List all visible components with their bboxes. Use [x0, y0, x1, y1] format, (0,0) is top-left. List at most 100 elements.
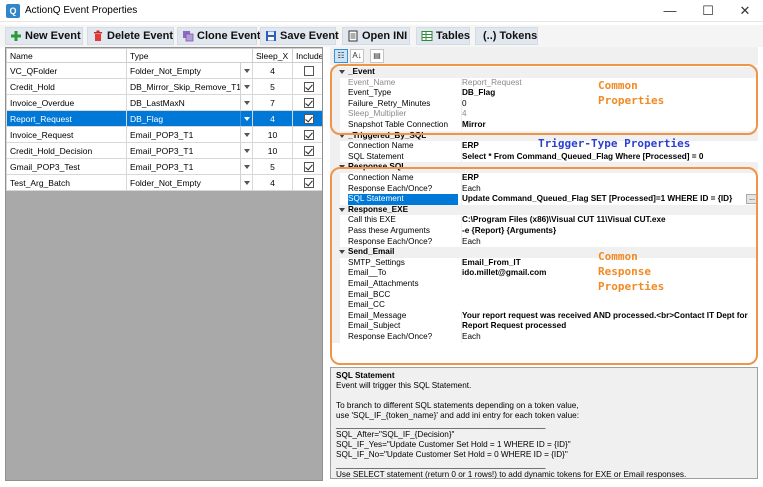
event-name-cell[interactable]: VC_QFolder — [6, 62, 127, 79]
event-type-cell[interactable]: DB_Mirror_Skip_Remove_T1 — [126, 78, 253, 95]
chevron-down-icon[interactable] — [240, 63, 252, 78]
included-checkbox[interactable] — [303, 161, 314, 172]
tables-button[interactable]: Tables — [416, 27, 470, 45]
property-margin — [330, 151, 340, 163]
sleep-cell[interactable]: 10 — [252, 142, 293, 159]
chevron-down-icon[interactable] — [240, 143, 252, 158]
new-event-button[interactable]: New Event — [5, 27, 83, 45]
property-description-pane: SQL Statement Event will trigger this SQ… — [330, 367, 758, 479]
table-row[interactable]: Invoice_Overdue DB_LastMaxN 7 — [6, 94, 322, 111]
included-checkbox[interactable] — [303, 145, 314, 156]
minimize-button[interactable]: — — [652, 0, 688, 22]
property-value[interactable]: Select * From Command_Queued_Flag Where … — [461, 151, 758, 163]
included-checkbox[interactable] — [303, 129, 314, 140]
included-checkbox[interactable] — [303, 65, 314, 76]
tables-label: Tables — [436, 30, 471, 42]
delete-event-button[interactable]: Delete Event — [87, 27, 174, 45]
save-event-label: Save Event — [280, 30, 339, 42]
table-row[interactable]: Report_Request DB_Flag 4 — [6, 110, 322, 127]
property-name: SQL Statement — [348, 151, 404, 161]
event-type-cell[interactable]: Email_POP3_T1 — [126, 142, 253, 159]
description-line: To branch to different SQL statements de… — [336, 400, 579, 410]
chevron-down-icon[interactable] — [240, 159, 252, 174]
event-type-cell[interactable]: Folder_Not_Empty — [126, 174, 253, 191]
window-title: ActionQ Event Properties — [25, 5, 138, 16]
chevron-down-icon[interactable] — [240, 127, 252, 142]
table-row[interactable]: Gmail_POP3_Test Email_POP3_T1 5 — [6, 158, 322, 175]
included-cell — [292, 126, 322, 143]
event-type-cell[interactable]: DB_Flag — [126, 110, 253, 127]
event-name-cell[interactable]: Invoice_Overdue — [6, 94, 127, 111]
included-checkbox[interactable] — [303, 81, 314, 92]
categorized-view-button[interactable]: ☷ — [334, 49, 348, 63]
event-name-cell[interactable]: Report_Request — [6, 110, 127, 127]
description-line: ________________________________________… — [336, 420, 546, 430]
maximize-button[interactable]: ☐ — [690, 0, 726, 22]
document-icon — [348, 30, 358, 42]
event-type-cell[interactable]: DB_LastMaxN — [126, 94, 253, 111]
event-name-cell[interactable]: Credit_Hold — [6, 78, 127, 95]
chevron-down-icon[interactable] — [240, 79, 252, 94]
event-type-value: Email_POP3_T1 — [130, 145, 194, 156]
event-type-cell[interactable]: Folder_Not_Empty — [126, 62, 253, 79]
included-checkbox[interactable] — [303, 177, 314, 188]
description-line: SQL_IF_No="Update Customer Set Hold = 0 … — [336, 450, 568, 460]
description-line: SQL_After="SQL_IF_{Decision}" — [336, 430, 455, 440]
included-checkbox[interactable] — [303, 113, 314, 124]
plus-icon — [11, 31, 21, 41]
event-name-cell[interactable]: Test_Arg_Batch — [6, 174, 127, 191]
description-line: Event will trigger this SQL Statement. — [336, 380, 472, 390]
event-type-cell[interactable]: Email_POP3_T1 — [126, 158, 253, 175]
event-name-cell[interactable]: Invoice_Request — [6, 126, 127, 143]
description-line — [336, 391, 752, 401]
included-cell — [292, 158, 322, 175]
sleep-cell[interactable]: 7 — [252, 94, 293, 111]
column-header-name[interactable]: Name — [6, 48, 127, 63]
event-name-cell[interactable]: Gmail_POP3_Test — [6, 158, 127, 175]
sleep-cell[interactable]: 10 — [252, 126, 293, 143]
chevron-down-icon[interactable] — [240, 111, 252, 126]
open-ini-button[interactable]: Open INI — [342, 27, 410, 45]
table-row[interactable]: Invoice_Request Email_POP3_T1 10 — [6, 126, 322, 143]
trigger-type-note: Trigger-Type Properties — [538, 137, 691, 150]
common-response-note: Common Response Properties — [598, 250, 665, 293]
alphabetical-sort-button[interactable]: A↓ — [350, 49, 364, 63]
table-row[interactable]: Test_Arg_Batch Folder_Not_Empty 4 — [6, 174, 322, 191]
table-row[interactable]: Credit_Hold_Decision Email_POP3_T1 10 — [6, 142, 322, 159]
property-pages-button[interactable]: ▤ — [370, 49, 384, 63]
tokens-label: (..) Tokens — [483, 30, 538, 42]
event-name-cell[interactable]: Credit_Hold_Decision — [6, 142, 127, 159]
tokens-button[interactable]: (..) Tokens — [475, 27, 538, 45]
property-row[interactable]: SQL Statement Select * From Command_Queue… — [330, 151, 758, 163]
included-cell — [292, 174, 322, 191]
close-button[interactable]: ✕ — [727, 0, 763, 22]
column-header-type[interactable]: Type — [126, 48, 253, 63]
table-icon — [421, 31, 433, 41]
table-row[interactable]: VC_QFolder Folder_Not_Empty 4 — [6, 62, 322, 79]
description-title: SQL Statement — [336, 371, 395, 380]
sleep-cell[interactable]: 5 — [252, 158, 293, 175]
included-checkbox[interactable] — [303, 97, 314, 108]
sleep-cell[interactable]: 4 — [252, 110, 293, 127]
sleep-cell[interactable]: 4 — [252, 62, 293, 79]
chevron-down-icon[interactable] — [240, 95, 252, 110]
open-ini-label: Open INI — [362, 30, 408, 42]
included-cell — [292, 78, 322, 95]
sleep-cell[interactable]: 5 — [252, 78, 293, 95]
common-response-outline — [330, 167, 758, 365]
included-cell — [292, 110, 322, 127]
clone-event-button[interactable]: Clone Event — [177, 27, 261, 45]
event-type-value: Folder_Not_Empty — [130, 65, 201, 76]
event-grid: Name Type Sleep_X Included VC_QFolderFol… — [6, 48, 322, 191]
column-header-sleep[interactable]: Sleep_X — [252, 48, 293, 63]
clone-icon — [183, 31, 194, 42]
sleep-cell[interactable]: 4 — [252, 174, 293, 191]
save-event-button[interactable]: Save Event — [260, 27, 339, 45]
new-event-label: New Event — [25, 30, 81, 42]
event-type-value: Folder_Not_Empty — [130, 177, 201, 188]
event-type-cell[interactable]: Email_POP3_T1 — [126, 126, 253, 143]
property-name: Connection Name — [348, 141, 414, 151]
column-header-included[interactable]: Included — [292, 48, 322, 63]
table-row[interactable]: Credit_Hold DB_Mirror_Skip_Remove_T1 5 — [6, 78, 322, 95]
chevron-down-icon[interactable] — [240, 175, 252, 190]
